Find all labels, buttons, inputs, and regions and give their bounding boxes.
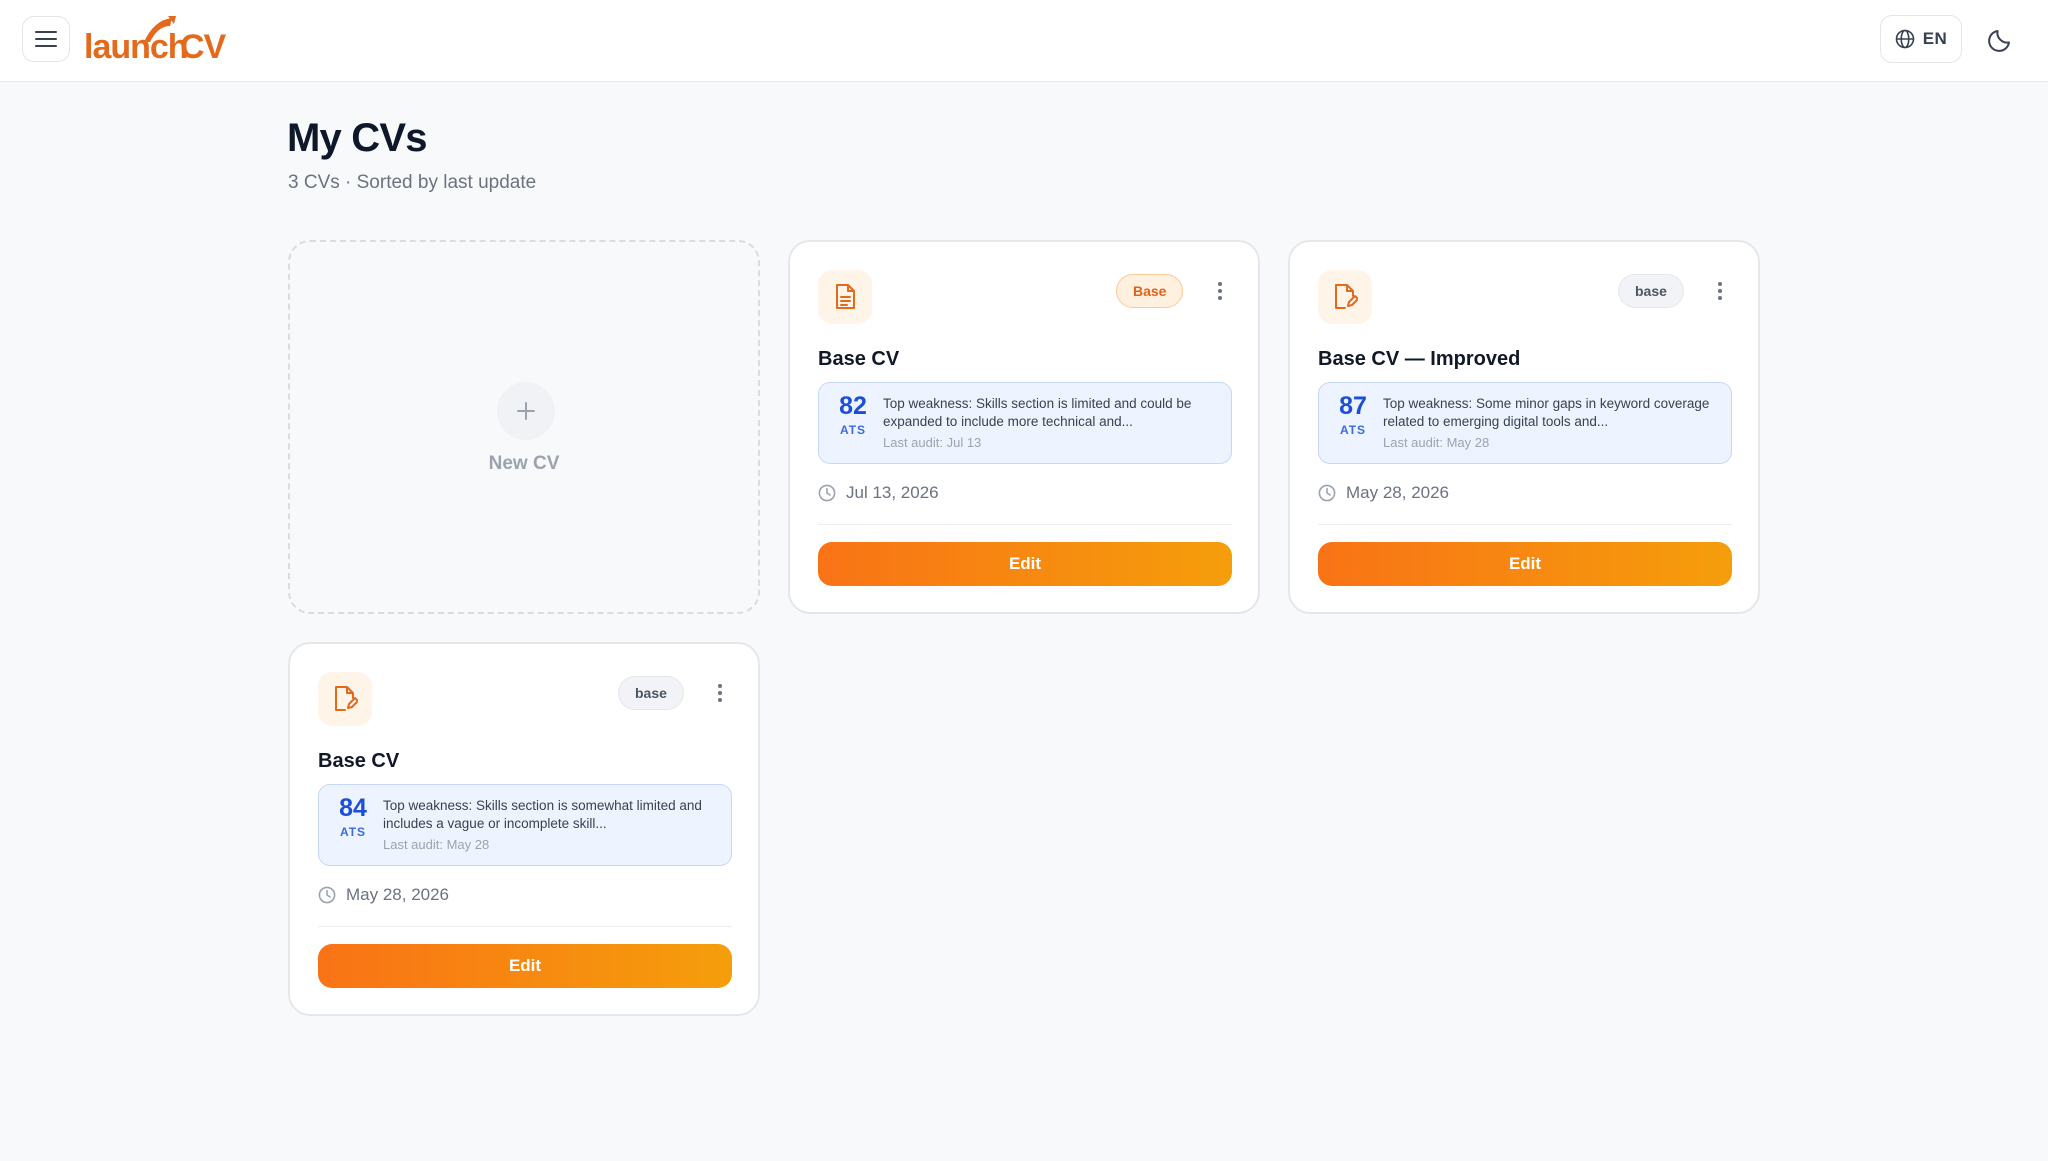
last-audit-text: Last audit: May 28 bbox=[1383, 435, 1490, 450]
more-options-button[interactable] bbox=[1708, 278, 1732, 304]
cv-title[interactable]: Base CV — Improved bbox=[1318, 348, 1520, 371]
edit-button[interactable]: Edit bbox=[818, 542, 1232, 586]
document-edit-icon bbox=[1318, 270, 1372, 324]
clock-icon bbox=[318, 886, 336, 904]
app-logo[interactable]: launch CV bbox=[84, 14, 234, 66]
page-title: My CVs bbox=[287, 116, 428, 160]
updated-date: Jul 13, 2026 bbox=[818, 482, 939, 504]
svg-text:CV: CV bbox=[180, 28, 227, 64]
menu-button[interactable] bbox=[22, 16, 70, 62]
edit-button[interactable]: Edit bbox=[1318, 542, 1732, 586]
globe-icon bbox=[1895, 29, 1914, 49]
cv-card: base Base CV — Improved 87 ATS Top weakn… bbox=[1288, 240, 1760, 614]
ats-audit-panel: 84 ATS Top weakness: Skills section is s… bbox=[318, 784, 732, 866]
ats-label: ATS bbox=[839, 423, 867, 437]
cv-title[interactable]: Base CV bbox=[318, 750, 399, 773]
svg-text:launch: launch bbox=[84, 28, 188, 64]
document-edit-icon bbox=[318, 672, 372, 726]
last-audit-text: Last audit: May 28 bbox=[383, 837, 490, 852]
updated-date: May 28, 2026 bbox=[1318, 482, 1449, 504]
cv-badge: base bbox=[618, 676, 684, 710]
ats-label: ATS bbox=[1339, 423, 1367, 437]
clock-icon bbox=[818, 484, 836, 502]
updated-date: May 28, 2026 bbox=[318, 884, 449, 906]
cv-card: Base Base CV 82 ATS Top weakness: Skills… bbox=[788, 240, 1260, 614]
more-vertical-icon bbox=[1718, 282, 1722, 300]
top-weakness-text: Top weakness: Skills section is limited … bbox=[883, 396, 1192, 429]
more-options-button[interactable] bbox=[1208, 278, 1232, 304]
cv-card: base Base CV 84 ATS Top weakness: Skills… bbox=[288, 642, 760, 1016]
date-text: May 28, 2026 bbox=[1346, 483, 1450, 502]
cv-badge: Base bbox=[1116, 274, 1184, 308]
moon-icon bbox=[1988, 30, 2010, 52]
theme-toggle[interactable] bbox=[1978, 16, 2024, 62]
language-selector[interactable]: EN bbox=[1880, 15, 1962, 63]
more-options-button[interactable] bbox=[708, 680, 732, 706]
date-text: Jul 13, 2026 bbox=[846, 483, 939, 502]
cv-badge: base bbox=[1618, 274, 1684, 308]
divider bbox=[318, 926, 732, 927]
more-vertical-icon bbox=[718, 684, 722, 702]
clock-icon bbox=[1318, 484, 1336, 502]
divider bbox=[818, 524, 1232, 525]
plus-icon bbox=[497, 382, 555, 440]
language-label: EN bbox=[1922, 29, 1948, 48]
new-cv-card[interactable]: New CV bbox=[288, 240, 760, 614]
edit-button[interactable]: Edit bbox=[318, 944, 732, 988]
ats-score: 82 bbox=[839, 392, 867, 420]
page-subtitle: 3 CVs · Sorted by last update bbox=[288, 172, 537, 193]
document-icon bbox=[818, 270, 872, 324]
top-weakness-text: Top weakness: Skills section is somewhat… bbox=[383, 798, 702, 831]
date-text: May 28, 2026 bbox=[346, 885, 450, 904]
last-audit-text: Last audit: Jul 13 bbox=[883, 435, 982, 450]
new-cv-label: New CV bbox=[488, 453, 560, 474]
hamburger-menu-icon bbox=[35, 31, 57, 47]
top-weakness-text: Top weakness: Some minor gaps in keyword… bbox=[1383, 396, 1710, 429]
cv-title[interactable]: Base CV bbox=[818, 348, 899, 371]
ats-audit-panel: 87 ATS Top weakness: Some minor gaps in … bbox=[1318, 382, 1732, 464]
ats-label: ATS bbox=[339, 825, 367, 839]
ats-score: 87 bbox=[1339, 392, 1367, 420]
divider bbox=[1318, 524, 1732, 525]
ats-audit-panel: 82 ATS Top weakness: Skills section is l… bbox=[818, 382, 1232, 464]
ats-score: 84 bbox=[339, 794, 367, 822]
more-vertical-icon bbox=[1218, 282, 1222, 300]
top-bar: launch CV EN bbox=[0, 0, 2048, 82]
